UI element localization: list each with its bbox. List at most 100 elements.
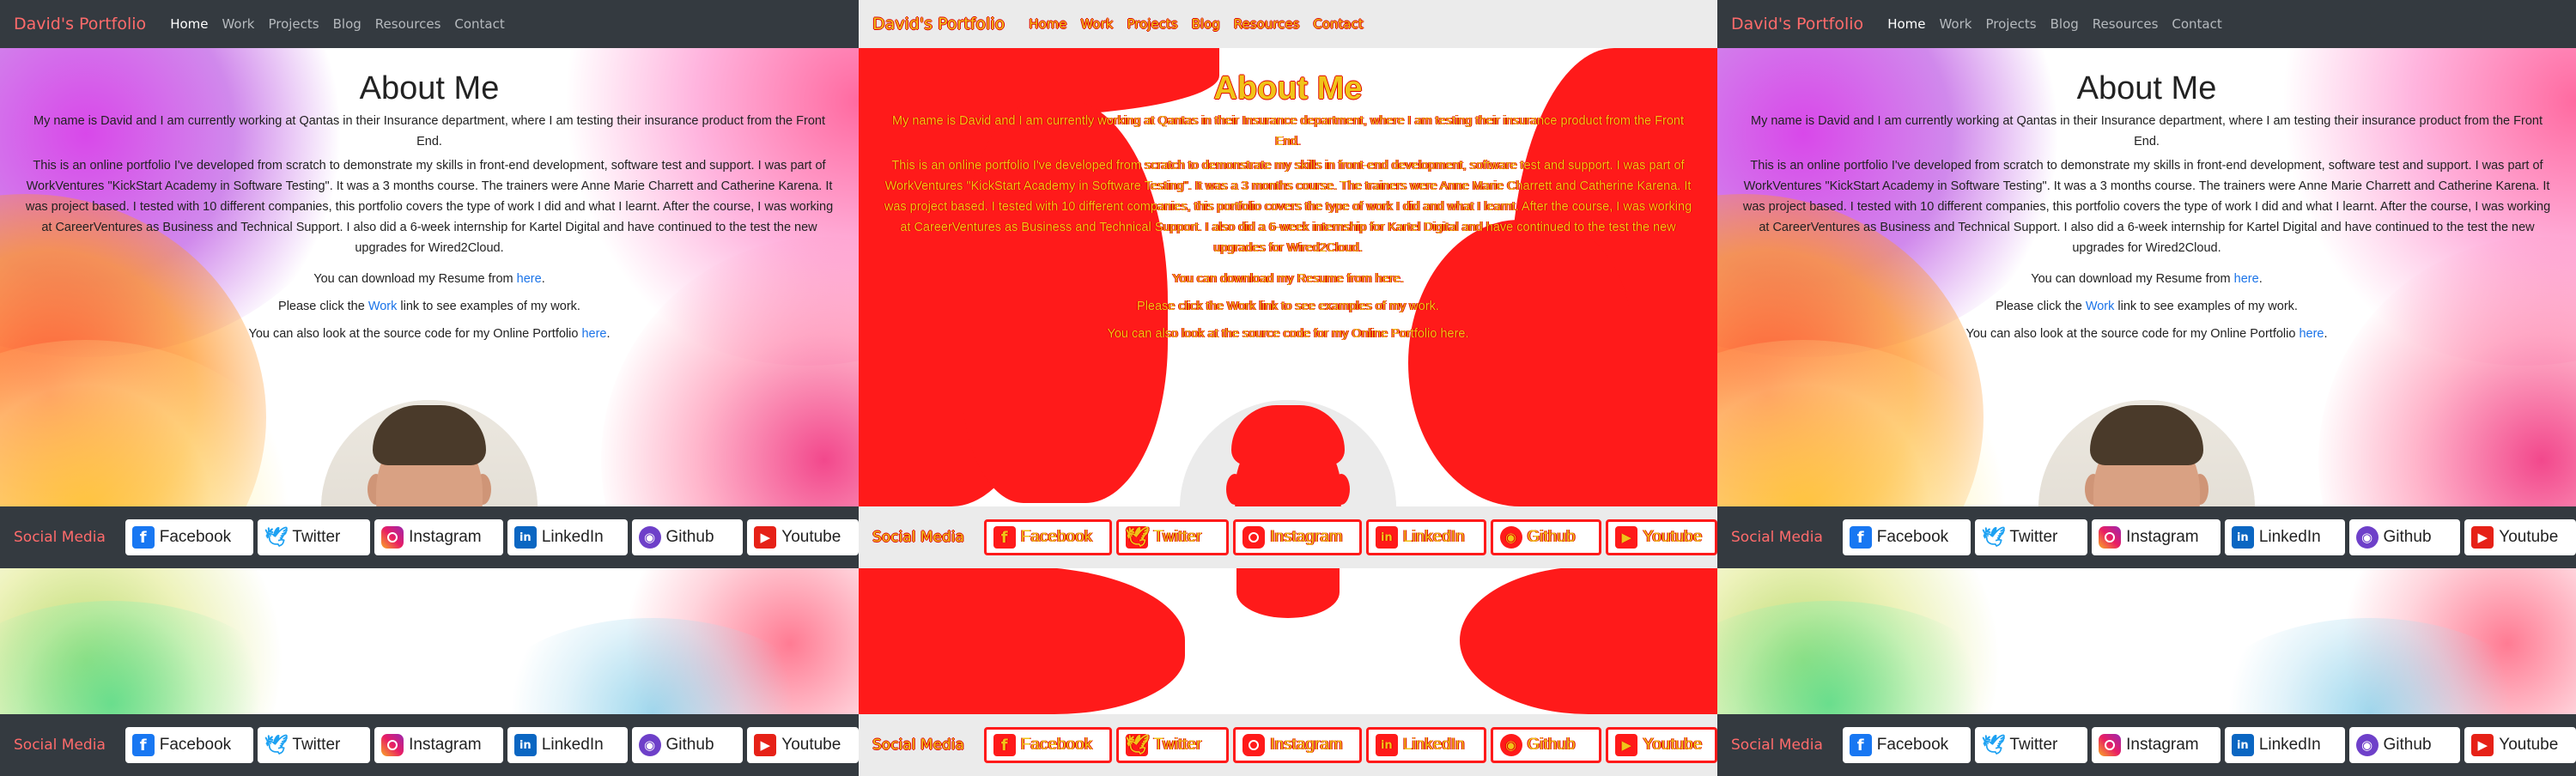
nav-projects[interactable]: Projects <box>268 16 319 32</box>
nav-contact[interactable]: Contact <box>1313 16 1363 32</box>
github-label: Github <box>2383 736 2432 754</box>
twitter-button[interactable]: 🕊 Twitter <box>1975 727 2088 763</box>
social-label: Social Media <box>1731 737 1823 754</box>
instagram-button[interactable]: Instagram <box>374 519 503 555</box>
navbar: David's Portfolio Home Work Projects Blo… <box>0 0 859 48</box>
github-button[interactable]: ◉ Github <box>1490 727 1602 763</box>
hero-lower <box>1717 567 2576 714</box>
instagram-label: Instagram <box>409 736 482 754</box>
about-content: About Me My name is David and I am curre… <box>859 48 1717 341</box>
resume-link[interactable]: here <box>2234 272 2259 286</box>
linkedin-icon: in <box>513 526 537 549</box>
github-button[interactable]: ◉ Github <box>2348 519 2461 555</box>
twitter-button[interactable]: 🕊 Twitter <box>1116 727 1230 763</box>
source-line: You can also look at the source code for… <box>1717 327 2576 341</box>
resume-period: . <box>1400 272 1404 286</box>
nav-projects[interactable]: Projects <box>1127 16 1177 32</box>
twitter-icon: 🕊 <box>1125 734 1150 756</box>
instagram-button[interactable]: Instagram <box>374 727 503 763</box>
youtube-button[interactable]: ▶ Youtube <box>2464 519 2576 555</box>
panel-diff: David's Portfolio Home Work Projects Blo… <box>859 0 1717 776</box>
linkedin-button[interactable]: in LinkedIn <box>1365 727 1486 763</box>
linkedin-button[interactable]: in LinkedIn <box>507 519 628 555</box>
linkedin-button[interactable]: in LinkedIn <box>1365 519 1486 555</box>
social-label: Social Media <box>14 529 106 546</box>
nav-blog[interactable]: Blog <box>333 16 361 32</box>
facebook-icon: f <box>131 526 155 549</box>
resume-link[interactable]: here <box>1376 272 1400 286</box>
source-link[interactable]: here <box>581 327 606 341</box>
nav-blog[interactable]: Blog <box>2050 16 2079 32</box>
about-content: About Me My name is David and I am curre… <box>1717 48 2576 341</box>
youtube-icon: ▶ <box>1615 526 1638 549</box>
facebook-label: Facebook <box>1020 736 1093 754</box>
work-text: Please click the <box>278 300 368 313</box>
diff-region <box>1236 567 1340 618</box>
linkedin-button[interactable]: in LinkedIn <box>507 727 628 763</box>
instagram-button[interactable]: Instagram <box>1233 727 1362 763</box>
nav-home[interactable]: Home <box>1887 16 1925 32</box>
instagram-button[interactable]: Instagram <box>2092 727 2221 763</box>
panel-current: David's Portfolio Home Work Projects Blo… <box>1717 0 2576 776</box>
source-line: You can also look at the source code for… <box>859 327 1717 341</box>
resume-link[interactable]: here <box>517 272 542 286</box>
instagram-label: Instagram <box>1270 528 1343 546</box>
github-button[interactable]: ◉ Github <box>631 519 744 555</box>
work-link[interactable]: Work <box>368 300 398 313</box>
facebook-button[interactable]: f Facebook <box>125 519 254 555</box>
linkedin-button[interactable]: in LinkedIn <box>2224 727 2345 763</box>
instagram-button[interactable]: Instagram <box>1233 519 1362 555</box>
instagram-button[interactable]: Instagram <box>2092 519 2221 555</box>
twitter-button[interactable]: 🕊 Twitter <box>1116 519 1230 555</box>
nav-resources[interactable]: Resources <box>1234 16 1300 32</box>
twitter-icon: 🕊 <box>1981 526 2006 549</box>
github-button[interactable]: ◉ Github <box>1490 519 1602 555</box>
nav-projects[interactable]: Projects <box>1985 16 2036 32</box>
nav-work[interactable]: Work <box>222 16 254 32</box>
page-title: About Me <box>2076 70 2217 106</box>
nav-home[interactable]: Home <box>170 16 208 32</box>
nav-work[interactable]: Work <box>1080 16 1113 32</box>
facebook-icon: f <box>993 734 1016 756</box>
nav-resources[interactable]: Resources <box>375 16 441 32</box>
work-text: Please click the <box>1996 300 2086 313</box>
nav-contact[interactable]: Contact <box>2172 16 2221 32</box>
github-button[interactable]: ◉ Github <box>2348 727 2461 763</box>
about-paragraph-1: My name is David and I am currently work… <box>33 114 825 149</box>
youtube-button[interactable]: ▶ Youtube <box>1606 727 1717 763</box>
nav-contact[interactable]: Contact <box>454 16 504 32</box>
facebook-button[interactable]: f Facebook <box>983 519 1113 555</box>
facebook-button[interactable]: f Facebook <box>1842 519 1971 555</box>
youtube-button[interactable]: ▶ Youtube <box>747 519 859 555</box>
youtube-button[interactable]: ▶ Youtube <box>747 727 859 763</box>
brand-link[interactable]: David's Portfolio <box>872 15 1005 33</box>
facebook-button[interactable]: f Facebook <box>1842 727 1971 763</box>
twitter-icon: 🕊 <box>264 526 289 549</box>
youtube-button[interactable]: ▶ Youtube <box>2464 727 2576 763</box>
nav-work[interactable]: Work <box>1939 16 1971 32</box>
twitter-button[interactable]: 🕊 Twitter <box>258 727 371 763</box>
facebook-label: Facebook <box>159 528 232 546</box>
twitter-button[interactable]: 🕊 Twitter <box>258 519 371 555</box>
youtube-button[interactable]: ▶ Youtube <box>1606 519 1717 555</box>
linkedin-button[interactable]: in LinkedIn <box>2224 519 2345 555</box>
brand-link[interactable]: David's Portfolio <box>1731 15 1863 33</box>
work-link[interactable]: Work <box>2086 300 2115 313</box>
brand-link[interactable]: David's Portfolio <box>14 15 146 33</box>
nav-blog[interactable]: Blog <box>1192 16 1220 32</box>
instagram-icon <box>1242 526 1266 549</box>
source-link[interactable]: here <box>1440 327 1465 341</box>
source-link[interactable]: here <box>2299 327 2324 341</box>
profile-photo <box>2038 400 2255 506</box>
social-bar-footer: Social Media f Facebook 🕊 Twitter Instagra… <box>1717 714 2576 776</box>
work-link[interactable]: Work <box>1227 300 1256 313</box>
page-title: About Me <box>1213 70 1363 106</box>
nav-home[interactable]: Home <box>1029 16 1066 32</box>
facebook-button[interactable]: f Facebook <box>983 727 1113 763</box>
linkedin-label: LinkedIn <box>1402 528 1465 546</box>
facebook-button[interactable]: f Facebook <box>125 727 254 763</box>
twitter-button[interactable]: 🕊 Twitter <box>1975 519 2088 555</box>
nav-resources[interactable]: Resources <box>2093 16 2159 32</box>
about-paragraph-1: My name is David and I am currently work… <box>1751 114 2543 149</box>
github-button[interactable]: ◉ Github <box>631 727 744 763</box>
